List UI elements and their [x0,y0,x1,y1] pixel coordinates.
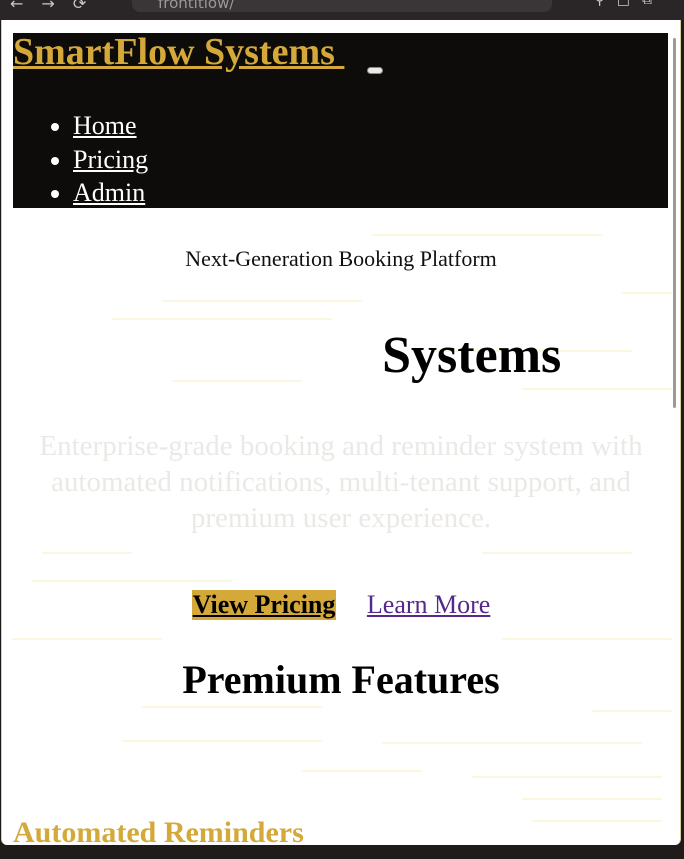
learn-more-link[interactable]: Learn More [367,590,490,620]
brand-logo-link[interactable]: SmartFlow Systems [13,33,344,71]
nav-item-admin: Admin [73,176,148,210]
page-viewport: SmartFlow Systems Home Pricing Admin Nex… [1,20,681,845]
hero-title-visible-part: Systems [382,327,562,384]
window-bottom-edge [0,845,684,859]
page-scrollbar[interactable] [673,38,676,408]
hero-actions: View Pricing Learn More [2,590,680,620]
view-pricing-button[interactable]: View Pricing [191,590,337,620]
menu-toggle-button[interactable] [367,67,383,74]
browser-nav-icons[interactable]: ←→⟳ [10,0,104,13]
features-heading: Premium Features [182,657,500,702]
hero-subtitle: Enterprise-grade booking and reminder sy… [39,430,643,534]
nav-link-home[interactable]: Home [73,111,137,140]
hero-title-hidden-part: SmartFlow [121,327,382,384]
browser-actions[interactable]: ⚲□⧉ [595,0,664,8]
url-text: frontitlow/ [158,0,235,12]
nav-item-home: Home [73,109,148,143]
site-header: SmartFlow Systems Home Pricing Admin [13,33,668,208]
feature-title-reminders: Automated Reminders [13,816,304,845]
nav-item-pricing: Pricing [73,143,148,177]
hero-tagline: Next-Generation Booking Platform [185,246,497,271]
nav-link-admin[interactable]: Admin [73,178,145,207]
main-nav: Home Pricing Admin [33,109,148,210]
address-bar[interactable]: frontitlow/ [132,0,552,12]
hero-title: SmartFlow Systems [2,326,680,385]
nav-link-pricing[interactable]: Pricing [73,145,148,174]
browser-chrome: ←→⟳ frontitlow/ ⚲□⧉ [0,0,684,20]
